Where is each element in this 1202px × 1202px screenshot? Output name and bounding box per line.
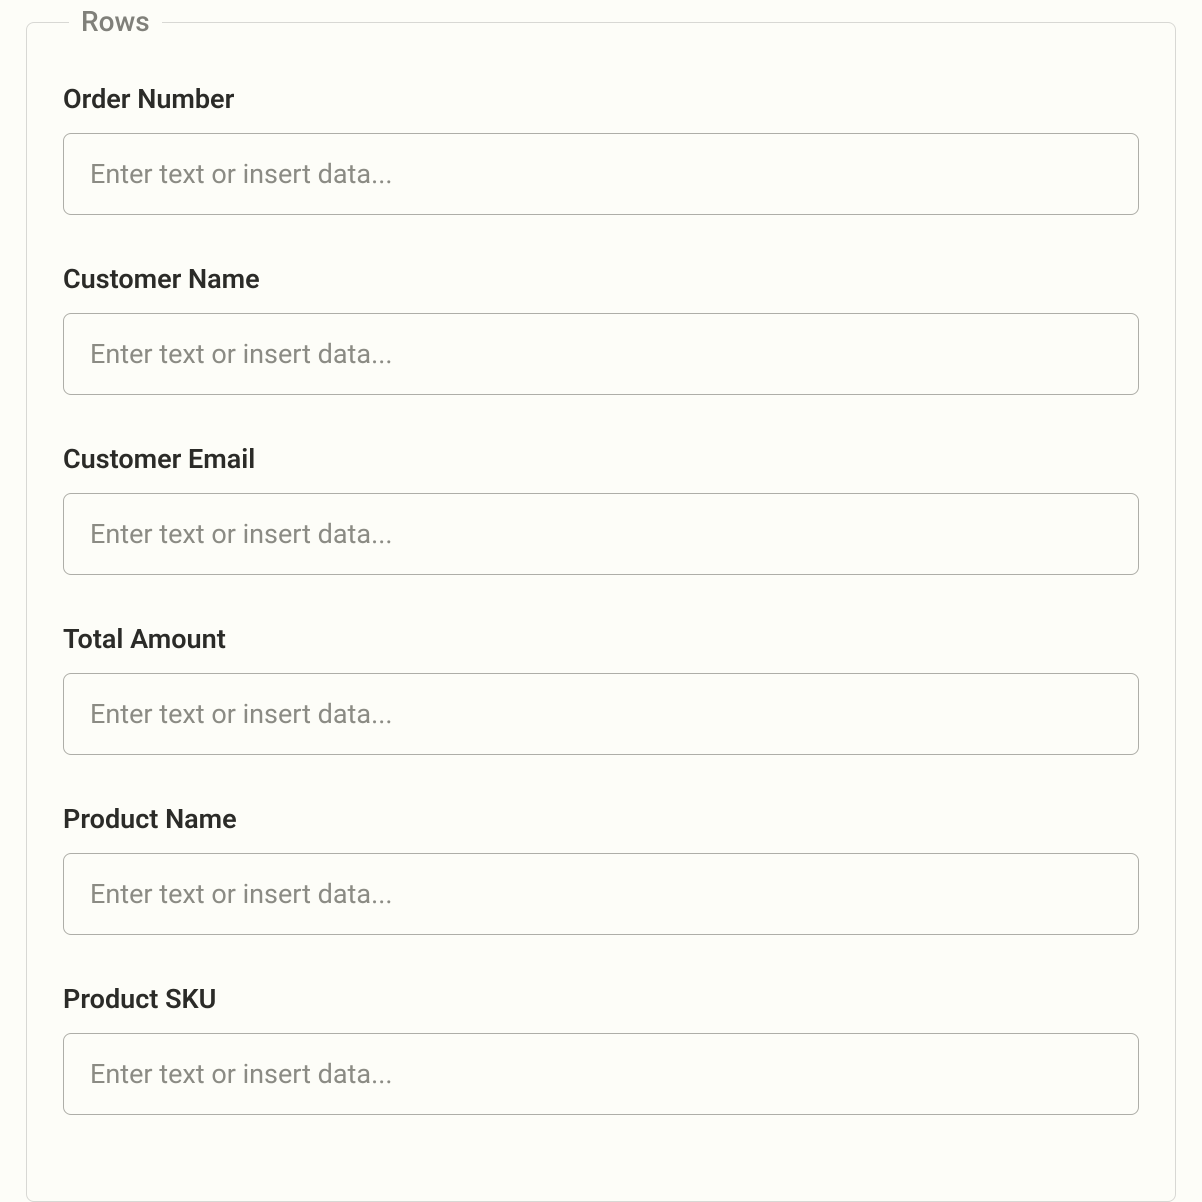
input-total-amount[interactable] <box>63 673 1139 755</box>
input-customer-name[interactable] <box>63 313 1139 395</box>
input-product-name[interactable] <box>63 853 1139 935</box>
rows-fieldset: Rows Order Number Customer Name Customer… <box>26 22 1176 1202</box>
form-group-product-name: Product Name <box>63 803 1139 935</box>
form-group-total-amount: Total Amount <box>63 623 1139 755</box>
label-total-amount: Total Amount <box>63 623 1139 655</box>
form-group-product-sku: Product SKU <box>63 983 1139 1115</box>
input-order-number[interactable] <box>63 133 1139 215</box>
input-product-sku[interactable] <box>63 1033 1139 1115</box>
fieldset-legend: Rows <box>69 5 162 38</box>
label-customer-name: Customer Name <box>63 263 1139 295</box>
label-customer-email: Customer Email <box>63 443 1139 475</box>
label-order-number: Order Number <box>63 83 1139 115</box>
form-group-customer-name: Customer Name <box>63 263 1139 395</box>
label-product-sku: Product SKU <box>63 983 1139 1015</box>
input-customer-email[interactable] <box>63 493 1139 575</box>
form-group-order-number: Order Number <box>63 83 1139 215</box>
label-product-name: Product Name <box>63 803 1139 835</box>
form-group-customer-email: Customer Email <box>63 443 1139 575</box>
